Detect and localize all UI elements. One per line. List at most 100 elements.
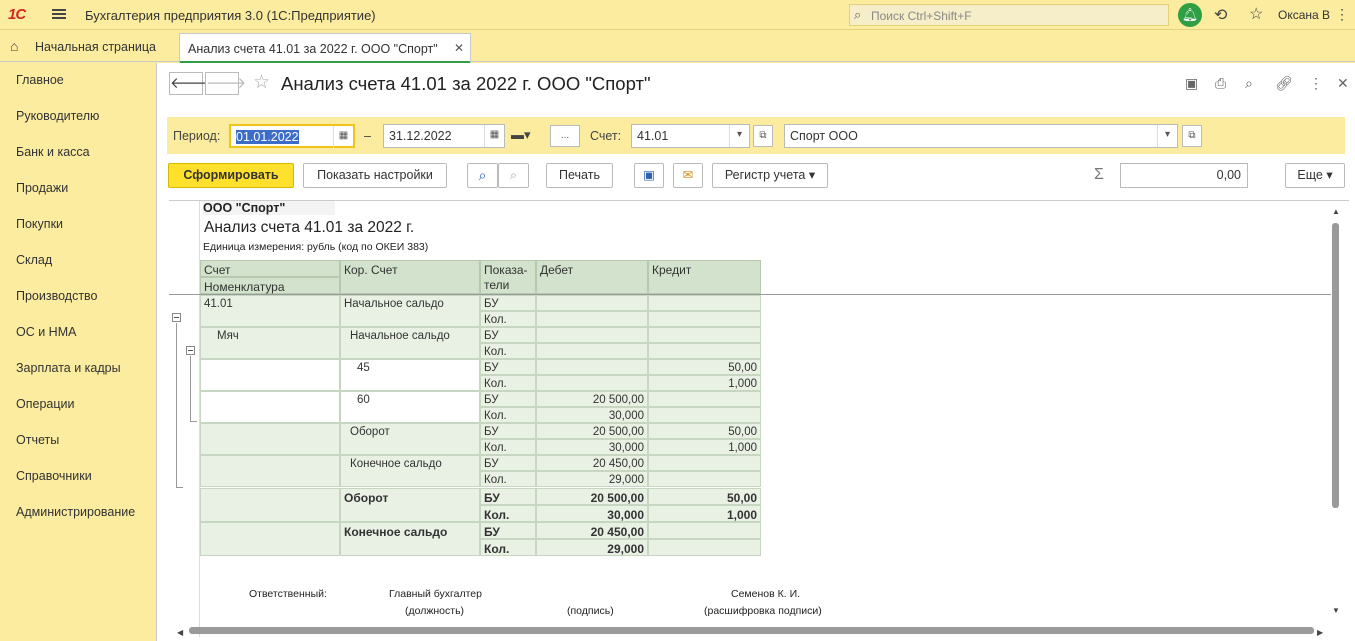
collapse-group-icon[interactable] [172, 313, 181, 322]
scroll-up-icon[interactable]: ▲ [1332, 207, 1340, 216]
header-account: Счет [200, 260, 340, 277]
row-debit-cell: 20 450,00 [536, 455, 648, 471]
row-corr-account-cell: Конечное сальдо [340, 455, 480, 487]
row-debit-cell [536, 327, 648, 343]
row-credit-cell: 50,00 [648, 359, 761, 375]
footer-signature-caption: (подпись) [567, 605, 614, 617]
row-credit-cell [648, 455, 761, 471]
scroll-right-icon[interactable]: ▶ [1317, 628, 1323, 637]
save-file-button[interactable]: ▣ [634, 163, 664, 188]
register-button[interactable]: Регистр учета ▾ [712, 163, 828, 188]
sidebar-item-main[interactable]: Главное [16, 73, 64, 87]
horizontal-scrollbar[interactable] [189, 627, 1314, 634]
row-indicator-cell: Кол. [480, 407, 536, 423]
footer-position-caption: (должность) [405, 605, 465, 617]
sidebar-item-warehouse[interactable]: Склад [16, 253, 52, 267]
row-credit-cell: 50,00 [648, 423, 761, 439]
calendar-icon[interactable]: ▦ [333, 126, 353, 148]
tab-account-analysis[interactable]: Анализ счета 41.01 за 2022 г. ООО "Спорт… [179, 33, 471, 63]
date-from-field[interactable]: 01.01.2022 ▦ [229, 124, 355, 148]
organization-field[interactable]: Спорт ООО ▾ [784, 124, 1178, 148]
history-icon[interactable]: ⟲ [1214, 5, 1227, 25]
search-icon: ⌕ [854, 7, 862, 22]
generate-button[interactable]: Сформировать [168, 163, 294, 188]
favorite-star-icon[interactable]: ☆ [253, 71, 270, 94]
row-credit-cell [648, 327, 761, 343]
period-dash: – [364, 129, 371, 143]
main-panel: 🡐 🡒 ☆ Анализ счета 41.01 за 2022 г. ООО … [156, 63, 1355, 641]
show-settings-button[interactable]: Показать настройки [303, 163, 447, 188]
search-input[interactable]: ⌕ Поиск Ctrl+Shift+F [849, 4, 1169, 26]
more-button[interactable]: Еще ▾ [1285, 163, 1345, 188]
period-type-icon[interactable]: ▬▾ [511, 127, 531, 143]
link-icon[interactable]: 🔗︎ [1275, 75, 1293, 92]
tab-home[interactable]: ⌂ Начальная страница [0, 31, 172, 62]
vertical-scrollbar[interactable] [1332, 223, 1339, 508]
sidebar-item-bank[interactable]: Банк и касса [16, 145, 90, 159]
search-button[interactable]: ⌕ [467, 163, 498, 188]
row-indicator-cell: Кол. [480, 343, 536, 359]
print-button[interactable]: Печать [546, 163, 613, 188]
row-account-cell [200, 522, 340, 556]
favorites-star-icon[interactable]: ☆ [1249, 4, 1263, 24]
row-debit-cell [536, 311, 648, 327]
row-credit-cell [648, 311, 761, 327]
date-to-field[interactable]: 31.12.2022 ▦ [383, 124, 505, 148]
sidebar-item-admin[interactable]: Администрирование [16, 505, 135, 519]
row-debit-cell: 20 500,00 [536, 488, 648, 505]
scroll-down-icon[interactable]: ▼ [1332, 606, 1340, 615]
sidebar-item-management[interactable]: Руководителю [16, 109, 99, 123]
sidebar-item-catalogs[interactable]: Справочники [16, 469, 92, 483]
sidebar-item-fixed-assets[interactable]: ОС и НМА [16, 325, 76, 339]
sidebar-item-purchases[interactable]: Покупки [16, 217, 63, 231]
send-email-button[interactable]: ✉ [673, 163, 703, 188]
user-name[interactable]: Оксана В [1278, 8, 1330, 22]
row-account-cell [200, 455, 340, 487]
close-tab-icon[interactable]: ✕ [454, 41, 464, 55]
report-title: Анализ счета 41.01 за 2022 г. [204, 219, 415, 236]
sidebar-item-reports[interactable]: Отчеты [16, 433, 59, 447]
row-indicator-cell: Кол. [480, 505, 536, 522]
row-account-cell: Мяч [200, 327, 340, 359]
row-indicator-cell: Кол. [480, 471, 536, 487]
sidebar-item-sales[interactable]: Продажи [16, 181, 68, 195]
collapse-group-icon[interactable] [186, 346, 195, 355]
row-indicator-cell: БУ [480, 423, 536, 439]
row-indicator-cell: БУ [480, 522, 536, 539]
sidebar-item-payroll[interactable]: Зарплата и кадры [16, 361, 121, 375]
row-indicator-cell: БУ [480, 327, 536, 343]
main-menu-icon[interactable] [52, 7, 66, 21]
forward-button[interactable]: 🡒 [205, 72, 246, 95]
sidebar-item-operations[interactable]: Операции [16, 397, 74, 411]
close-form-icon[interactable]: ✕ [1337, 75, 1349, 92]
preview-icon[interactable]: ⌕ [1245, 75, 1253, 92]
sidebar-item-production[interactable]: Производство [16, 289, 98, 303]
row-credit-cell [648, 539, 761, 556]
app-menu-icon[interactable]: ⋮ [1335, 6, 1349, 23]
row-debit-cell [536, 359, 648, 375]
calendar-icon[interactable]: ▦ [484, 125, 504, 147]
row-account-cell [200, 391, 340, 423]
open-organization-button[interactable]: ⧉ [1182, 125, 1202, 147]
more-menu-icon[interactable]: ⋮ [1309, 75, 1323, 92]
row-account-cell: 41.01 [200, 295, 340, 327]
search-cancel-button[interactable]: ⌕ [498, 163, 529, 188]
print-icon[interactable]: ⎙ [1215, 75, 1226, 92]
period-select-button[interactable]: ... [550, 125, 580, 147]
row-debit-cell: 29,000 [536, 539, 648, 556]
row-indicator-cell: БУ [480, 488, 536, 505]
row-debit-cell: 20 450,00 [536, 522, 648, 539]
scroll-left-icon[interactable]: ◀ [177, 628, 183, 637]
app-logo: 1С [8, 6, 26, 23]
row-corr-account-cell: Начальное сальдо [340, 295, 480, 327]
open-account-button[interactable]: ⧉ [753, 125, 773, 147]
row-indicator-cell: БУ [480, 455, 536, 471]
notifications-bell-icon[interactable]: 🔔︎ [1178, 3, 1202, 27]
chevron-down-icon[interactable]: ▾ [1157, 125, 1177, 147]
account-field[interactable]: 41.01 ▾ [631, 124, 750, 148]
title-bar: 1С Бухгалтерия предприятия 3.0 (1С:Предп… [0, 0, 1355, 30]
row-debit-cell: 20 500,00 [536, 391, 648, 407]
back-button[interactable]: 🡐 [169, 72, 210, 95]
save-icon[interactable]: ▣ [1185, 75, 1198, 92]
chevron-down-icon[interactable]: ▾ [729, 125, 749, 147]
